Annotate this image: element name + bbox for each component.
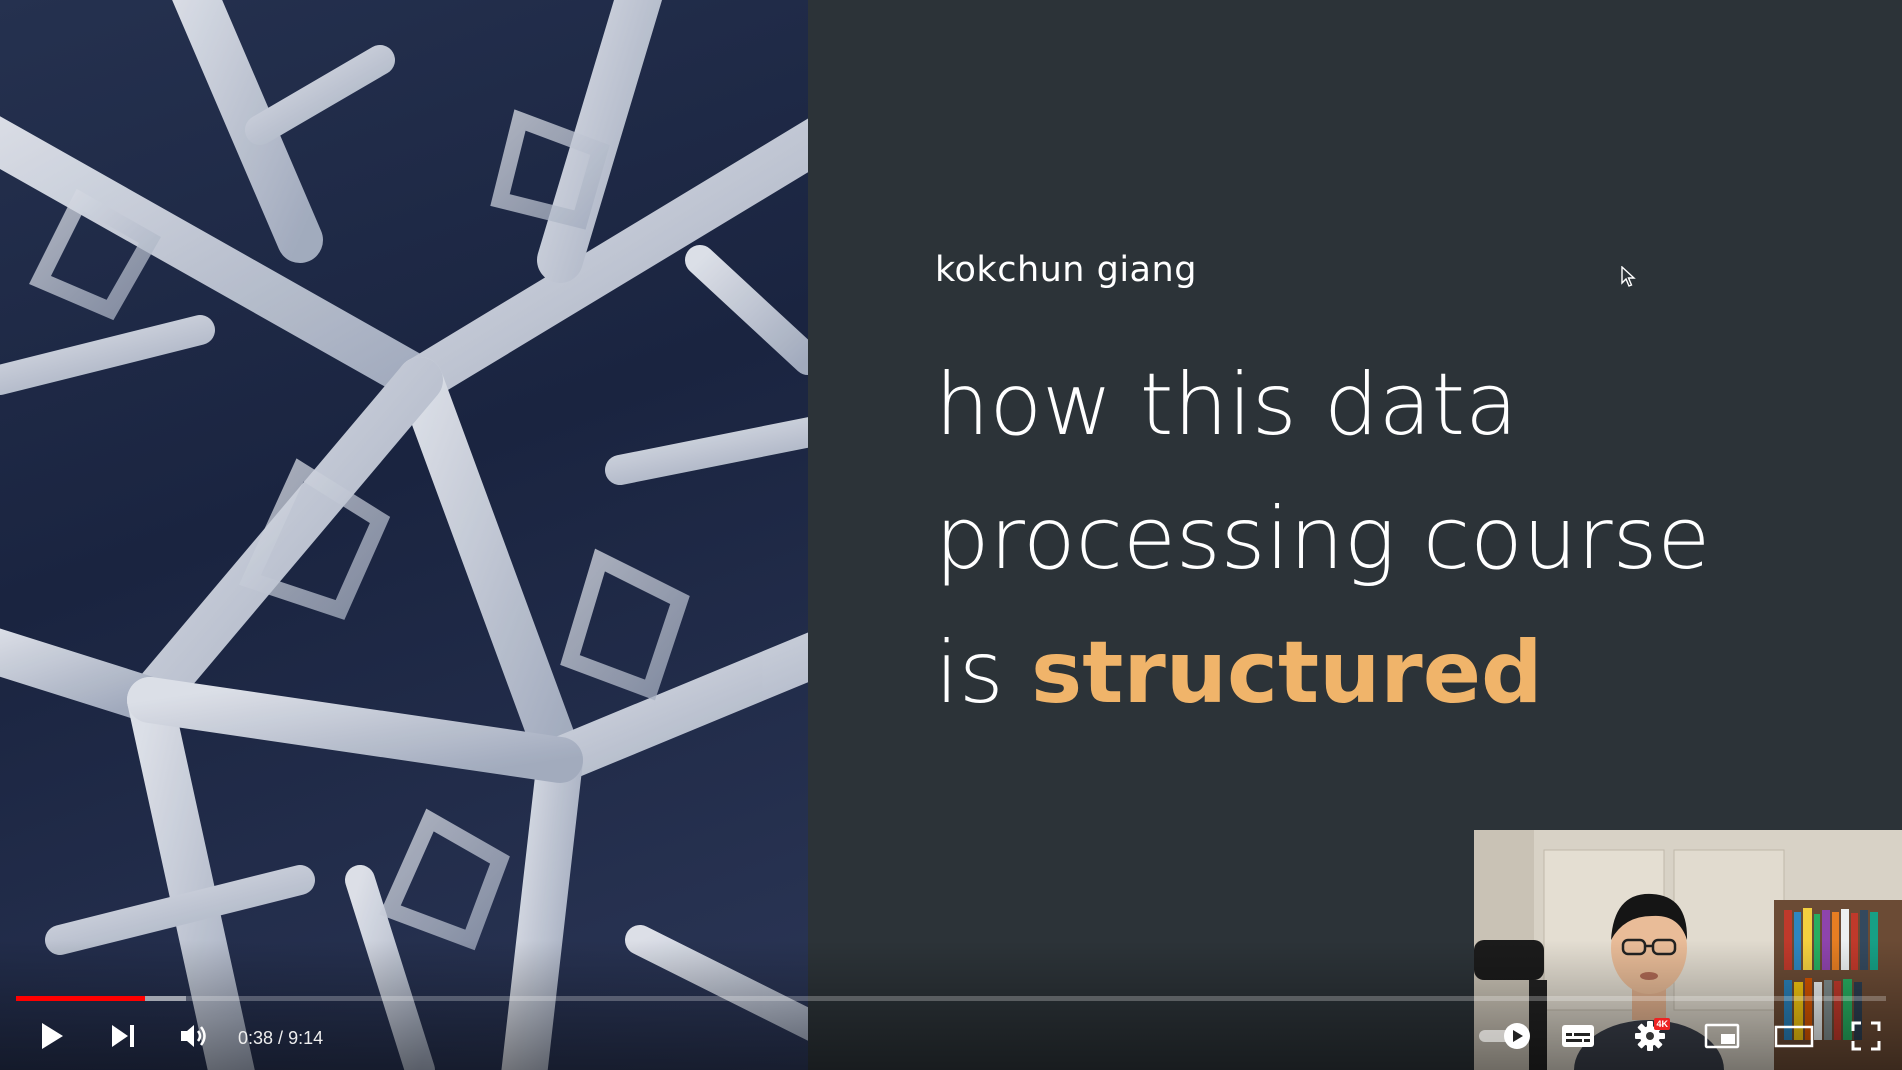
autoplay-toggle[interactable] xyxy=(1474,1018,1538,1058)
autoplay-toggle-icon xyxy=(1477,1021,1535,1055)
slide-title-line-3: is structured xyxy=(935,630,1543,716)
play-button[interactable] xyxy=(32,1018,72,1058)
miniplayer-icon xyxy=(1704,1022,1740,1054)
slide-title-accent: structured xyxy=(1031,623,1543,723)
miniplayer-button[interactable] xyxy=(1702,1018,1742,1058)
fullscreen-icon xyxy=(1850,1020,1882,1056)
next-button[interactable] xyxy=(103,1018,143,1058)
theater-mode-icon xyxy=(1774,1022,1814,1054)
video-player[interactable]: kokchun giang how this data processing c… xyxy=(0,0,1902,1070)
settings-button[interactable]: 4K xyxy=(1630,1018,1670,1058)
subtitles-button[interactable] xyxy=(1558,1018,1598,1058)
progress-track[interactable] xyxy=(16,996,1886,1001)
time-current: 0:38 xyxy=(238,1028,274,1048)
slide-image xyxy=(0,0,808,1070)
theater-mode-button[interactable] xyxy=(1774,1018,1814,1058)
webcam-overlay xyxy=(1474,830,1902,1070)
mouse-cursor-icon xyxy=(1621,265,1637,292)
time-separator: / xyxy=(273,1028,289,1048)
slide-author: kokchun giang xyxy=(935,250,1197,290)
play-icon xyxy=(39,1021,65,1055)
subtitles-icon xyxy=(1561,1022,1595,1054)
time-total: 9:14 xyxy=(288,1028,324,1048)
quality-badge: 4K xyxy=(1654,1018,1670,1030)
fullscreen-button[interactable] xyxy=(1846,1018,1886,1058)
progress-bar[interactable] xyxy=(16,996,1886,1001)
next-icon xyxy=(109,1022,137,1054)
volume-button[interactable] xyxy=(173,1018,217,1058)
gear-icon: 4K xyxy=(1634,1018,1670,1056)
slide-title-line-1: how this data xyxy=(935,355,1518,455)
time-display: 0:38 / 9:14 xyxy=(238,1024,323,1052)
slide-title-prefix: is xyxy=(935,623,1032,723)
slide-title-line-2: processing course xyxy=(935,489,1711,589)
volume-icon xyxy=(179,1022,211,1054)
progress-played xyxy=(16,996,146,1001)
